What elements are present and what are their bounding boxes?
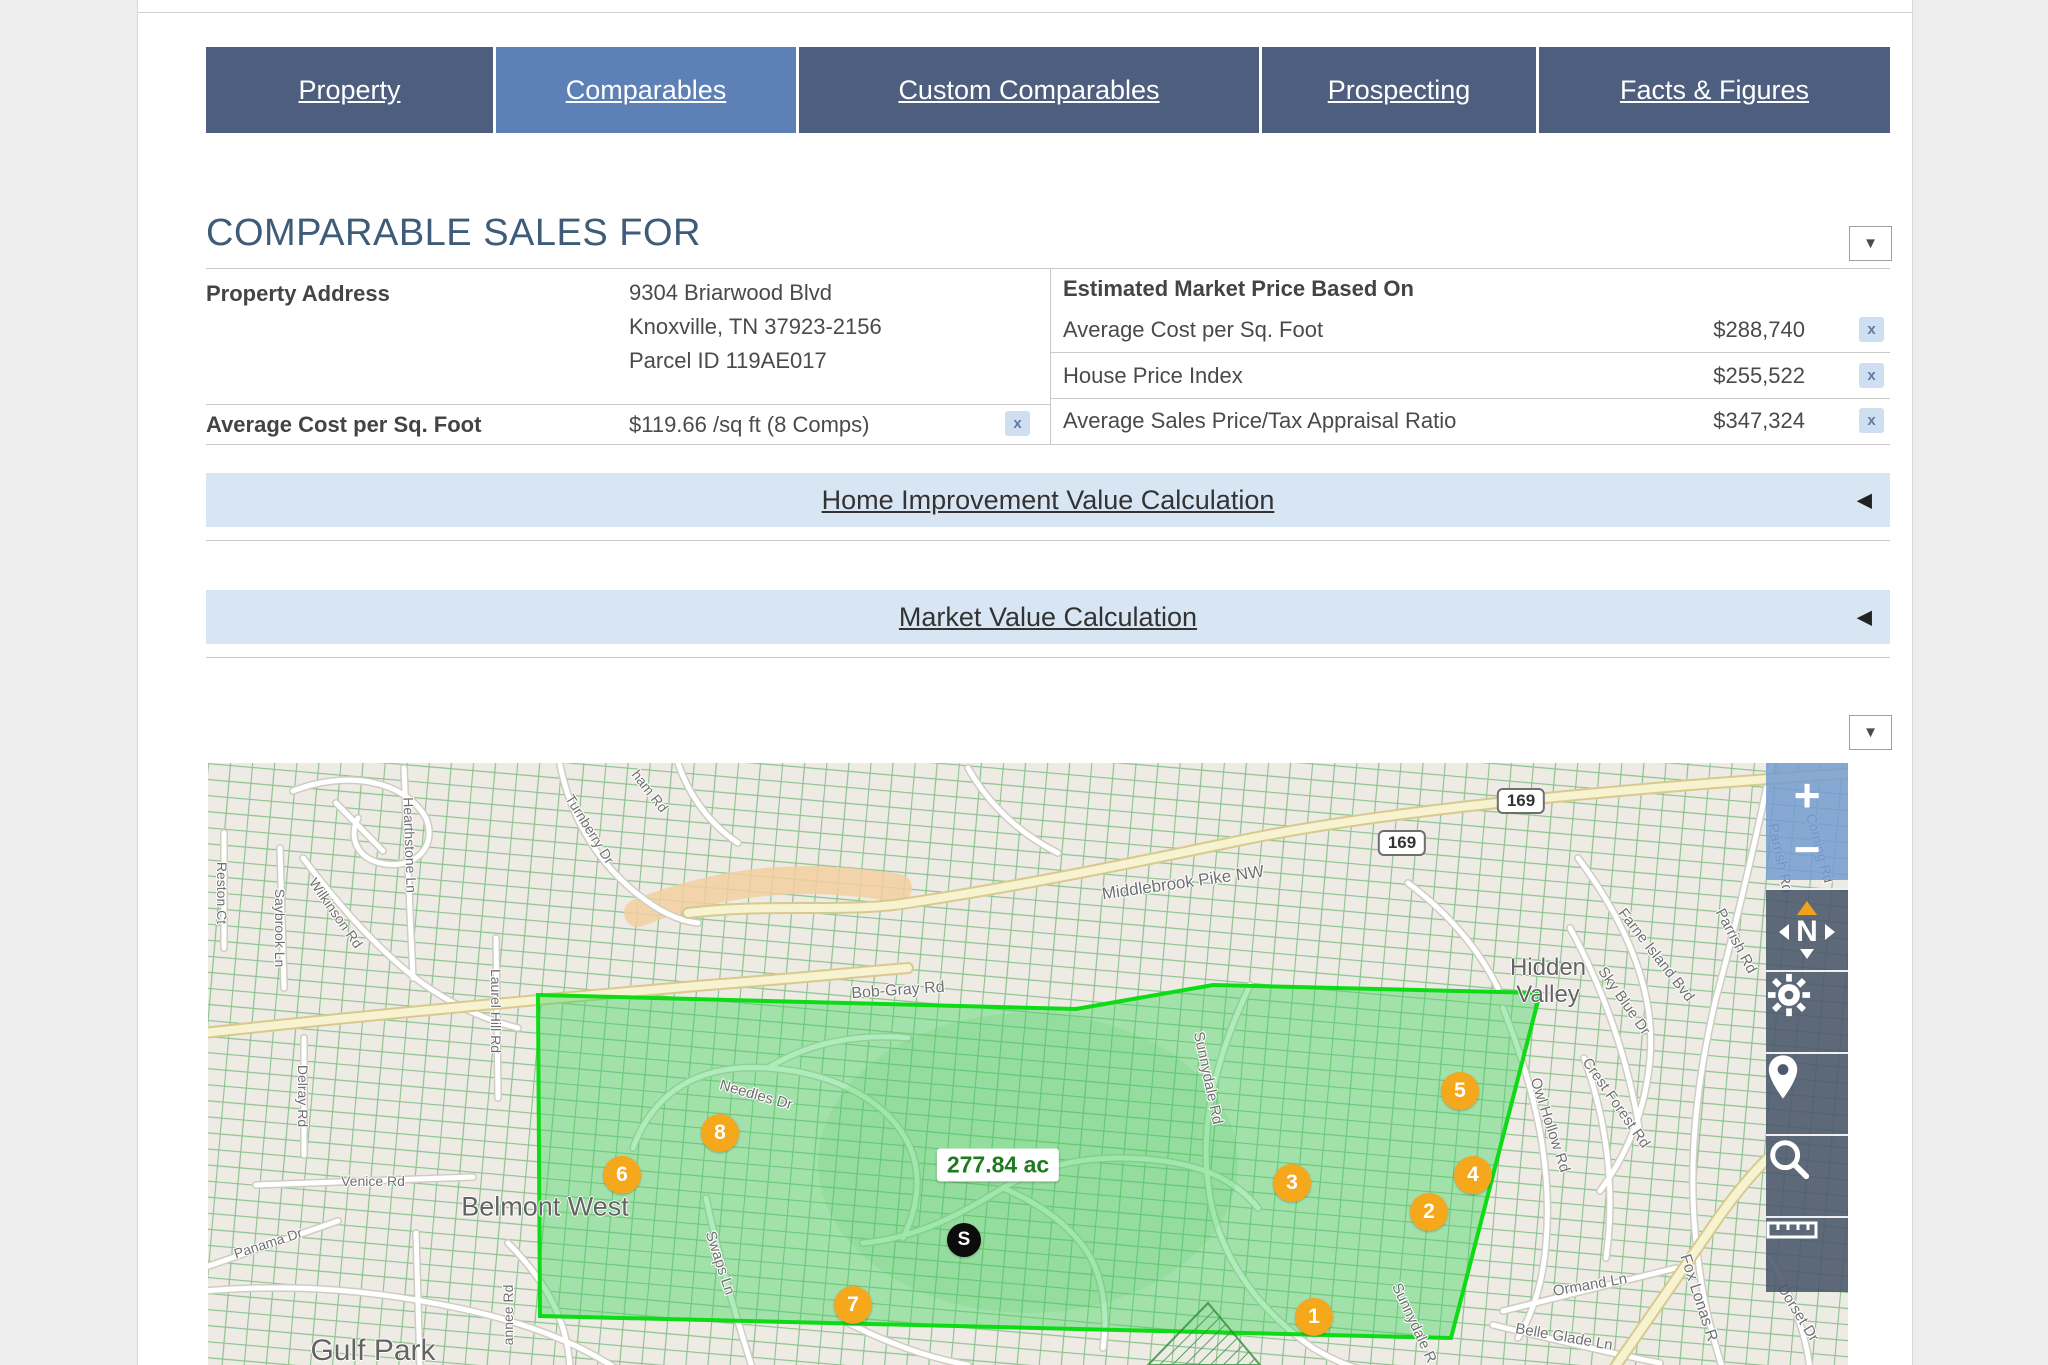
close-icon: x bbox=[1867, 412, 1875, 429]
magnifier-icon bbox=[1766, 1136, 1812, 1182]
road-label: Laurel Hill Rd bbox=[488, 969, 504, 1053]
gear-icon bbox=[1766, 972, 1812, 1018]
road-label: Venice Rd bbox=[341, 1173, 405, 1189]
road-label: Saybrook Ln bbox=[272, 889, 288, 968]
tab-prospecting[interactable]: Prospecting bbox=[1262, 47, 1536, 133]
address-line-1: 9304 Briarwood Blvd bbox=[629, 276, 882, 310]
collapse-map-button[interactable]: ▼ bbox=[1849, 715, 1892, 750]
divider bbox=[206, 657, 1890, 658]
chevron-down-icon: ▼ bbox=[1863, 724, 1878, 741]
divider bbox=[1050, 398, 1890, 399]
tab-facts-figures-label: Facts & Figures bbox=[1620, 75, 1809, 106]
tab-facts-figures[interactable]: Facts & Figures bbox=[1539, 47, 1890, 133]
comp-marker-8[interactable]: 8 bbox=[701, 1114, 739, 1152]
settings-button[interactable] bbox=[1766, 970, 1848, 1052]
tab-comparables[interactable]: Comparables bbox=[496, 47, 796, 133]
chevron-down-icon: ▼ bbox=[1863, 235, 1878, 252]
road-label: Reston Ct bbox=[214, 862, 230, 924]
page: Property Comparables Custom Comparables … bbox=[0, 0, 2048, 1365]
chevron-left-icon: ◀ bbox=[1857, 605, 1872, 630]
property-address-label: Property Address bbox=[206, 281, 390, 307]
divider bbox=[206, 268, 1890, 269]
search-button[interactable] bbox=[1766, 1134, 1848, 1216]
road-label: annee Rd bbox=[500, 1285, 516, 1346]
comp-marker-2[interactable]: 2 bbox=[1410, 1193, 1448, 1231]
pan-down-icon[interactable] bbox=[1800, 949, 1814, 959]
avg-cost-label: Average Cost per Sq. Foot bbox=[206, 412, 481, 438]
remove-estimate-button[interactable]: x bbox=[1859, 408, 1884, 433]
place-label: Hidden bbox=[1510, 954, 1586, 982]
estimated-row-label: Average Cost per Sq. Foot bbox=[1063, 317, 1323, 343]
location-pin-icon bbox=[1766, 1054, 1800, 1100]
compass-control[interactable]: N bbox=[1766, 888, 1848, 970]
place-label: Belmont West bbox=[461, 1192, 629, 1223]
market-value-label: Market Value Calculation bbox=[899, 602, 1197, 633]
address-line-2: Knoxville, TN 37923-2156 bbox=[629, 310, 882, 344]
pan-right-icon[interactable] bbox=[1825, 924, 1835, 940]
content-card: Property Comparables Custom Comparables … bbox=[137, 0, 1913, 1365]
subject-marker[interactable]: S bbox=[947, 1223, 981, 1257]
pan-up-icon[interactable] bbox=[1797, 901, 1817, 915]
comp-marker-5[interactable]: 5 bbox=[1441, 1072, 1479, 1110]
estimated-row-label: Average Sales Price/Tax Appraisal Ratio bbox=[1063, 408, 1456, 434]
column-divider bbox=[1050, 268, 1051, 444]
remove-estimate-button[interactable]: x bbox=[1859, 317, 1884, 342]
tab-property-label: Property bbox=[298, 75, 400, 106]
location-button[interactable] bbox=[1766, 1052, 1848, 1134]
tab-property[interactable]: Property bbox=[206, 47, 493, 133]
divider bbox=[1050, 352, 1890, 353]
divider bbox=[206, 540, 1890, 541]
remove-avg-cost-button[interactable]: x bbox=[1005, 411, 1030, 436]
divider bbox=[206, 444, 1050, 445]
close-icon: x bbox=[1867, 321, 1875, 338]
avg-cost-value: $119.66 /sq ft (8 Comps) bbox=[629, 408, 870, 442]
close-icon: x bbox=[1867, 367, 1875, 384]
route-shield-169: 169 bbox=[1378, 830, 1426, 856]
divider bbox=[1050, 444, 1890, 445]
zoom-in-button[interactable]: + bbox=[1794, 772, 1821, 818]
chevron-left-icon: ◀ bbox=[1857, 488, 1872, 513]
market-value-accordion[interactable]: Market Value Calculation ◀ bbox=[206, 590, 1890, 644]
comp-marker-1[interactable]: 1 bbox=[1295, 1298, 1333, 1336]
place-label: Valley bbox=[1516, 981, 1580, 1009]
comp-marker-4[interactable]: 4 bbox=[1454, 1156, 1492, 1194]
comp-marker-3[interactable]: 3 bbox=[1273, 1164, 1311, 1202]
place-label: Gulf Park bbox=[310, 1334, 435, 1365]
route-shield-169: 169 bbox=[1497, 788, 1545, 814]
page-title: COMPARABLE SALES FOR bbox=[206, 212, 701, 255]
address-line-3: Parcel ID 119AE017 bbox=[629, 344, 882, 378]
ruler-icon bbox=[1766, 1218, 1818, 1242]
estimated-row-value: $255,522 bbox=[1645, 363, 1805, 389]
area-label: 277.84 ac bbox=[937, 1149, 1059, 1182]
compass-north-label: N bbox=[1796, 915, 1818, 949]
map-canvas[interactable]: Middlebrook Pike NWBob-Gray RdNeedles Dr… bbox=[208, 763, 1848, 1365]
estimated-row-value: $347,324 bbox=[1645, 408, 1805, 434]
road-label: Delray Rd bbox=[295, 1065, 311, 1127]
zoom-out-button[interactable]: − bbox=[1794, 826, 1821, 872]
close-icon: x bbox=[1013, 415, 1021, 432]
zoom-panel: + − bbox=[1766, 763, 1848, 880]
top-divider bbox=[138, 12, 1912, 13]
tab-custom-comparables-label: Custom Comparables bbox=[898, 75, 1159, 106]
tab-comparables-label: Comparables bbox=[566, 75, 727, 106]
home-improvement-label: Home Improvement Value Calculation bbox=[822, 485, 1275, 516]
tab-custom-comparables[interactable]: Custom Comparables bbox=[799, 47, 1259, 133]
property-address-value: 9304 Briarwood Blvd Knoxville, TN 37923-… bbox=[629, 276, 882, 378]
divider bbox=[206, 404, 1050, 405]
tab-bar: Property Comparables Custom Comparables … bbox=[206, 47, 1890, 133]
estimated-row-value: $288,740 bbox=[1645, 317, 1805, 343]
measure-button[interactable] bbox=[1766, 1216, 1848, 1292]
road-label: Hearthstone Ln bbox=[400, 797, 419, 893]
comp-marker-6[interactable]: 6 bbox=[603, 1156, 641, 1194]
home-improvement-accordion[interactable]: Home Improvement Value Calculation ◀ bbox=[206, 473, 1890, 527]
estimated-header: Estimated Market Price Based On bbox=[1063, 276, 1414, 302]
estimated-row-label: House Price Index bbox=[1063, 363, 1243, 389]
comp-marker-7[interactable]: 7 bbox=[834, 1286, 872, 1324]
pan-left-icon[interactable] bbox=[1779, 924, 1789, 940]
remove-estimate-button[interactable]: x bbox=[1859, 363, 1884, 388]
collapse-section-button[interactable]: ▼ bbox=[1849, 226, 1892, 261]
tab-prospecting-label: Prospecting bbox=[1328, 75, 1471, 106]
